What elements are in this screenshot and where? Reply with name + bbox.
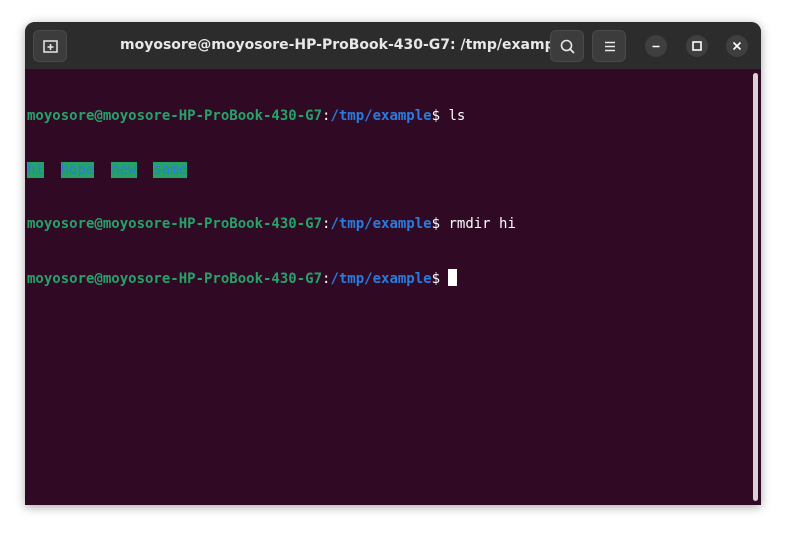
dir-entry: hi: [27, 162, 44, 178]
command-text: ls: [448, 108, 466, 124]
close-button[interactable]: [726, 35, 748, 57]
close-icon: [732, 41, 742, 51]
new-tab-button[interactable]: [33, 30, 67, 62]
text-cursor: [448, 269, 458, 286]
terminal-output: moyosore@moyosore-HP-ProBook-430-G7:/tmp…: [27, 71, 516, 324]
prompt-symbol: $: [431, 108, 449, 124]
menu-button[interactable]: [592, 30, 626, 62]
terminal-area[interactable]: moyosore@moyosore-HP-ProBook-430-G7:/tmp…: [25, 70, 761, 505]
prompt-path: /tmp/example: [330, 108, 432, 124]
terminal-line: moyosore@moyosore-HP-ProBook-430-G7:/tmp…: [27, 107, 516, 125]
minimize-icon: [652, 45, 660, 48]
dir-entry: hope: [60, 162, 95, 178]
scrollbar[interactable]: [753, 73, 758, 501]
dir-entry: new: [111, 162, 137, 178]
prompt-symbol: $: [431, 216, 449, 232]
title-bar[interactable]: moyosore@moyosore-HP-ProBook-430-G7: /tm…: [25, 22, 761, 70]
prompt-user: moyosore@moyosore-HP-ProBook-430-G7: [27, 271, 323, 287]
terminal-line: moyosore@moyosore-HP-ProBook-430-G7:/tmp…: [27, 269, 516, 288]
terminal-window: moyosore@moyosore-HP-ProBook-430-G7: /tm…: [25, 22, 761, 505]
maximize-button[interactable]: [686, 35, 708, 57]
search-icon: [560, 39, 575, 54]
maximize-icon: [692, 41, 702, 51]
window-title: moyosore@moyosore-HP-ProBook-430-G7: /tm…: [120, 37, 569, 53]
search-button[interactable]: [550, 30, 584, 62]
minimize-button[interactable]: [645, 35, 667, 57]
hamburger-menu-icon: [605, 41, 615, 52]
terminal-line: hi hope new same: [27, 161, 516, 179]
prompt-path: /tmp/example: [330, 271, 432, 287]
dir-entry: same: [153, 162, 188, 178]
new-tab-icon: [43, 40, 58, 53]
command-text: rmdir hi: [448, 216, 516, 232]
prompt-user: moyosore@moyosore-HP-ProBook-430-G7: [27, 216, 323, 232]
prompt-path: /tmp/example: [330, 216, 432, 232]
terminal-line: moyosore@moyosore-HP-ProBook-430-G7:/tmp…: [27, 215, 516, 233]
prompt-symbol: $: [431, 271, 449, 287]
prompt-user: moyosore@moyosore-HP-ProBook-430-G7: [27, 108, 323, 124]
